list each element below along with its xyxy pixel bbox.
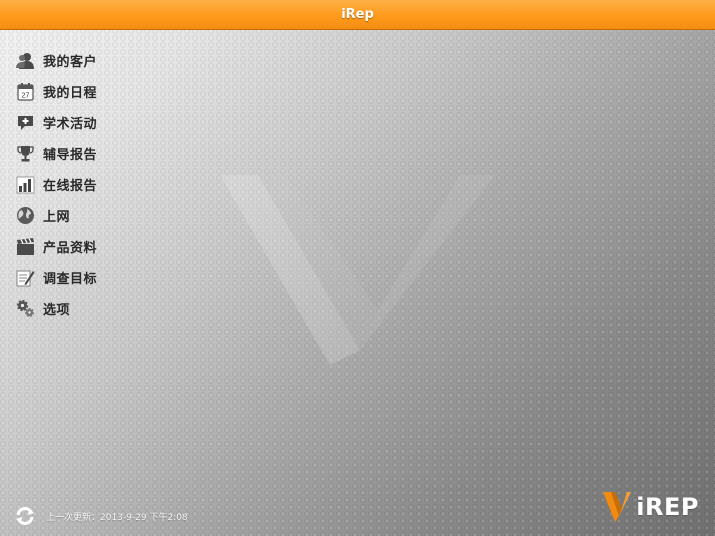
menu-item-browse-web[interactable]: 上网 [0,200,220,231]
menu-item-customers[interactable]: 我的客户 [0,45,220,76]
calendar-icon: 27 [16,82,35,101]
gears-icon [16,299,35,318]
menu-item-coaching-report[interactable]: 辅导报告 [0,138,220,169]
menu-item-online-report[interactable]: 在线报告 [0,169,220,200]
menu-item-schedule[interactable]: 27 我的日程 [0,76,220,107]
brand-name: iREP [636,493,699,521]
menu-item-survey-targets[interactable]: 调查目标 [0,262,220,293]
last-update-text: 上一次更新：2013-9-29 下午2:08 [46,512,188,523]
trophy-icon [16,144,35,163]
menu-label: 选项 [43,303,71,318]
bar-chart-icon [16,175,35,194]
brand-logo: iREP [602,490,699,524]
customers-icon [16,51,35,70]
menu-label: 产品资料 [43,241,98,256]
menu-label: 调查目标 [43,272,98,287]
main-menu: 我的客户 27 我的日程 学术活动 辅导报告 在线报告 上网 产品资料 调查目标… [0,45,220,324]
academic-event-icon [16,113,35,132]
calendar-day: 27 [22,93,30,100]
globe-icon [16,206,35,225]
menu-label: 我的日程 [43,86,98,101]
brand-v-icon [603,492,632,522]
title-bar: iRep [0,0,715,30]
menu-label: 学术活动 [43,117,98,132]
menu-label: 上网 [43,210,71,225]
app-window: iRep 我的客户 27 我的日程 学术活动 辅导报告 在线报告 上网 产品资料… [0,0,715,536]
menu-item-academic-events[interactable]: 学术活动 [0,107,220,138]
menu-label: 我的客户 [43,55,98,70]
menu-label: 辅导报告 [43,148,98,163]
refresh-icon[interactable] [14,505,36,527]
menu-item-product-materials[interactable]: 产品资料 [0,231,220,262]
status-bar: 上一次更新：2013-9-29 下午2:08 [14,504,188,528]
menu-label: 在线报告 [43,179,98,194]
survey-icon [16,268,35,287]
menu-item-options[interactable]: 选项 [0,293,220,324]
clapperboard-icon [16,237,35,256]
v-logo-watermark [220,175,495,365]
app-title: iRep [341,7,374,22]
